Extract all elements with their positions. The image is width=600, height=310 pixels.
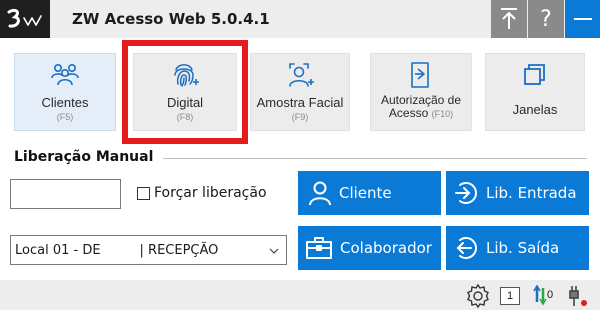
- highlight-box: [122, 40, 248, 144]
- tile-label: Clientes: [41, 95, 89, 110]
- pin-button[interactable]: [491, 0, 527, 38]
- exit-circle-icon: [456, 237, 477, 259]
- settings-gear-icon[interactable]: [465, 283, 491, 309]
- lib-saida-button[interactable]: Lib. Saída: [446, 226, 589, 270]
- pin-top-icon: [501, 8, 517, 29]
- help-button[interactable]: ?: [528, 0, 564, 38]
- zw-logo-icon: [7, 8, 42, 28]
- tile-autorizacao-acesso[interactable]: Autorização de Acesso (F10): [370, 53, 472, 131]
- plug-disconnected-icon: [569, 286, 587, 306]
- app-logo: [0, 0, 50, 38]
- tile-label-line1: Autorização de: [380, 93, 462, 107]
- tile-label: Amostra Facial: [256, 95, 344, 110]
- tile-label-line2: Acesso: [388, 106, 429, 120]
- briefcase-icon: [306, 237, 332, 259]
- door-exit-icon: [411, 62, 429, 88]
- tile-label: Janelas: [512, 102, 558, 117]
- tile-label: Autorização de Acesso (F10): [371, 94, 471, 121]
- cliente-label: Cliente: [339, 184, 392, 202]
- force-release-checkbox[interactable]: Forçar liberação: [137, 185, 267, 201]
- chevron-down-icon: [269, 248, 279, 254]
- lib-entrada-button[interactable]: Lib. Entrada: [446, 171, 589, 215]
- tile-shortcut: (F9): [291, 112, 309, 122]
- tile-shortcut: (F5): [56, 112, 74, 122]
- tile-amostra-facial[interactable]: Amostra Facial (F9): [250, 53, 350, 131]
- checkbox-box[interactable]: [137, 186, 150, 200]
- colaborador-button[interactable]: Colaborador: [298, 226, 441, 270]
- counter-badge: 1: [500, 287, 520, 305]
- tile-clientes[interactable]: Clientes (F5): [14, 53, 116, 131]
- users-icon: [51, 64, 79, 86]
- force-release-label: Forçar liberação: [154, 185, 267, 201]
- window-title: ZW Acesso Web 5.0.4.1: [72, 10, 270, 28]
- lib-entrada-label: Lib. Entrada: [486, 184, 577, 202]
- section-divider: [163, 158, 587, 159]
- tile-janelas[interactable]: Janelas: [485, 53, 585, 131]
- enter-circle-icon: [455, 182, 477, 204]
- windows-icon: [524, 64, 545, 85]
- lib-saida-label: Lib. Saída: [486, 239, 560, 257]
- minimize-button[interactable]: [565, 0, 600, 38]
- tile-shortcut: (F10): [431, 109, 454, 119]
- network-status-icon: [533, 284, 547, 306]
- colaborador-label: Colaborador: [340, 239, 432, 257]
- location-value: Local 01 - DE | RECEPÇÃO: [15, 243, 219, 258]
- code-input[interactable]: [10, 179, 121, 209]
- face-add-icon: [289, 63, 314, 87]
- help-icon: ?: [540, 6, 552, 32]
- user-icon: [309, 181, 331, 206]
- cliente-button[interactable]: Cliente: [298, 171, 441, 215]
- network-count: 0: [547, 289, 554, 301]
- section-title: Liberação Manual: [14, 149, 154, 165]
- location-select[interactable]: Local 01 - DE | RECEPÇÃO: [10, 235, 287, 265]
- minimize-icon: [573, 18, 592, 20]
